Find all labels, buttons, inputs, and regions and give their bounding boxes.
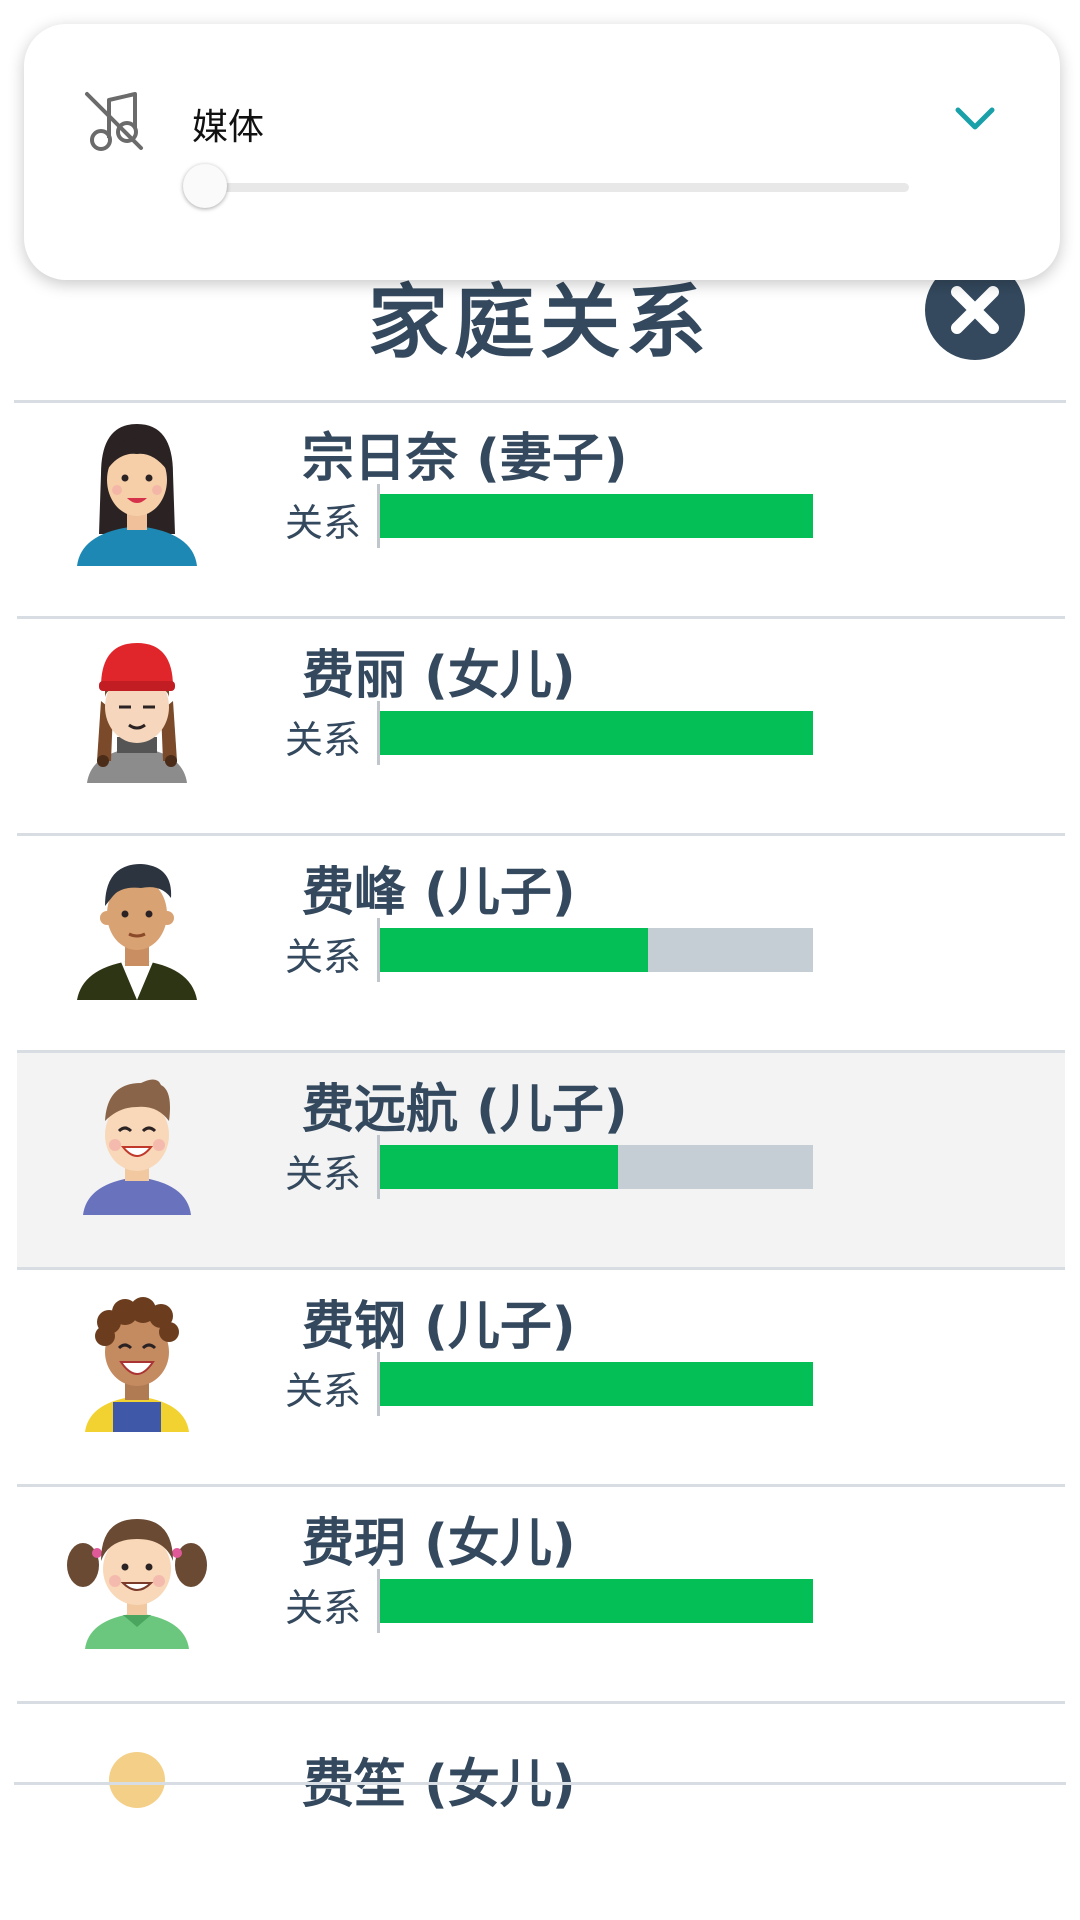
relation-label: 关系 bbox=[285, 718, 362, 762]
relationship-bar bbox=[380, 1362, 813, 1406]
list-bottom-divider bbox=[14, 1782, 1066, 1785]
relationship-bar bbox=[380, 711, 813, 755]
list-item[interactable]: 费钢 (儿子) 关系 bbox=[17, 1270, 1065, 1487]
relationship-bar-fill bbox=[380, 1579, 813, 1623]
volume-slider-thumb[interactable] bbox=[183, 164, 227, 208]
volume-stream-label: 媒体 bbox=[192, 107, 265, 148]
member-name: 费丽 (女儿) bbox=[302, 646, 576, 706]
list-item[interactable]: 费丽 (女儿) 关系 bbox=[17, 619, 1065, 836]
relationship-bar-fill bbox=[380, 711, 813, 755]
list-item[interactable]: 费玥 (女儿) 关系 bbox=[17, 1487, 1065, 1704]
daughter-pigtails-avatar bbox=[61, 1499, 213, 1651]
relationship-bar bbox=[380, 1145, 813, 1189]
relationship-bar-fill bbox=[380, 1362, 813, 1406]
relationship-bar-fill bbox=[380, 494, 813, 538]
music-off-icon[interactable] bbox=[79, 86, 149, 156]
relation-label: 关系 bbox=[285, 501, 362, 545]
list-item[interactable]: 费笙 (女儿) bbox=[17, 1704, 1065, 1812]
member-name: 费峰 (儿子) bbox=[302, 863, 576, 923]
daughter-partial-avatar bbox=[61, 1716, 213, 1812]
relation-label: 关系 bbox=[285, 1152, 362, 1196]
relationship-bar bbox=[380, 1579, 813, 1623]
member-name: 费钢 (儿子) bbox=[302, 1297, 576, 1357]
member-name: 费玥 (女儿) bbox=[302, 1514, 576, 1574]
list-item[interactable]: 宗日奈 (妻子) 关系 bbox=[17, 402, 1065, 619]
close-icon bbox=[951, 286, 999, 334]
chevron-down-icon[interactable] bbox=[950, 94, 1000, 144]
son-curly-hair-avatar bbox=[61, 1282, 213, 1434]
daughter-red-hat-avatar bbox=[61, 631, 213, 783]
relationship-bar-fill bbox=[380, 1145, 619, 1189]
son-smiling-avatar bbox=[61, 1065, 213, 1217]
relation-label: 关系 bbox=[285, 1586, 362, 1630]
relationship-bar bbox=[380, 928, 813, 972]
family-list[interactable]: 宗日奈 (妻子) 关系 费丽 (女儿) 关系 费峰 (儿子) 关系 费远航 (儿… bbox=[17, 402, 1065, 1812]
member-name: 费笙 (女儿) bbox=[302, 1755, 576, 1812]
relationship-bar bbox=[380, 494, 813, 538]
member-name: 费远航 (儿子) bbox=[302, 1080, 628, 1140]
wife-avatar bbox=[61, 414, 213, 566]
volume-slider-track[interactable] bbox=[204, 183, 909, 192]
volume-panel[interactable]: 媒体 bbox=[24, 24, 1060, 280]
list-item[interactable]: 费远航 (儿子) 关系 bbox=[17, 1053, 1065, 1270]
son-dark-hair-avatar bbox=[61, 848, 213, 1000]
relation-label: 关系 bbox=[285, 935, 362, 979]
member-name: 宗日奈 (妻子) bbox=[302, 429, 628, 489]
relationship-bar-fill bbox=[380, 928, 649, 972]
list-item[interactable]: 费峰 (儿子) 关系 bbox=[17, 836, 1065, 1053]
relation-label: 关系 bbox=[285, 1369, 362, 1413]
